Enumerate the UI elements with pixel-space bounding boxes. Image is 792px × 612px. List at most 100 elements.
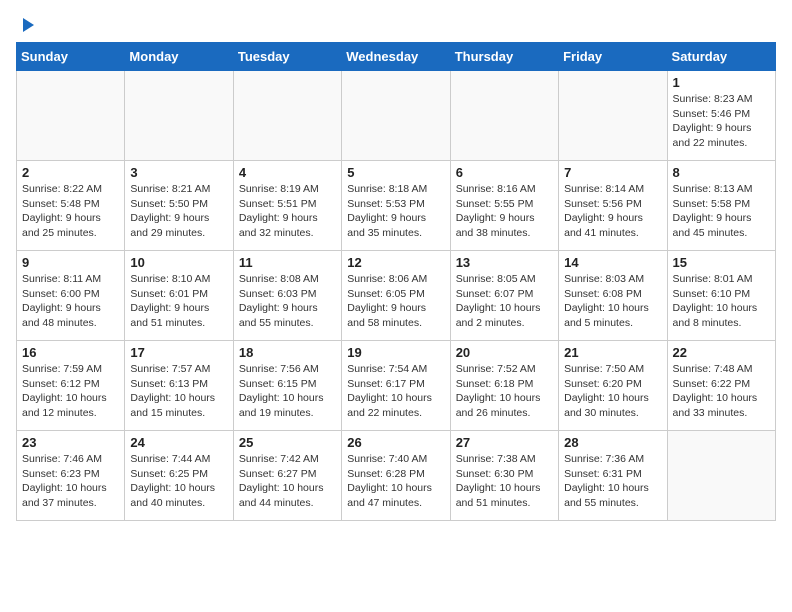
- calendar-cell: [559, 71, 667, 161]
- day-number: 23: [22, 435, 119, 450]
- page-header: [16, 16, 776, 34]
- day-number: 4: [239, 165, 336, 180]
- day-info: Sunrise: 8:05 AM Sunset: 6:07 PM Dayligh…: [456, 272, 553, 331]
- calendar-week-row: 16 Sunrise: 7:59 AM Sunset: 6:12 PM Dayli…: [17, 341, 776, 431]
- day-info: Sunrise: 7:48 AM Sunset: 6:22 PM Dayligh…: [673, 362, 770, 421]
- day-info: Sunrise: 7:52 AM Sunset: 6:18 PM Dayligh…: [456, 362, 553, 421]
- day-info: Sunrise: 8:14 AM Sunset: 5:56 PM Dayligh…: [564, 182, 661, 241]
- day-number: 26: [347, 435, 444, 450]
- calendar-cell: [17, 71, 125, 161]
- day-of-week-header: Thursday: [450, 43, 558, 71]
- day-info: Sunrise: 7:59 AM Sunset: 6:12 PM Dayligh…: [22, 362, 119, 421]
- calendar-week-row: 2 Sunrise: 8:22 AM Sunset: 5:48 PM Daylig…: [17, 161, 776, 251]
- day-number: 10: [130, 255, 227, 270]
- calendar-week-row: 23 Sunrise: 7:46 AM Sunset: 6:23 PM Dayli…: [17, 431, 776, 521]
- calendar-cell: 24 Sunrise: 7:44 AM Sunset: 6:25 PM Dayli…: [125, 431, 233, 521]
- calendar-cell: 18 Sunrise: 7:56 AM Sunset: 6:15 PM Dayli…: [233, 341, 341, 431]
- calendar-cell: 8 Sunrise: 8:13 AM Sunset: 5:58 PM Daylig…: [667, 161, 775, 251]
- day-number: 12: [347, 255, 444, 270]
- calendar-cell: 20 Sunrise: 7:52 AM Sunset: 6:18 PM Dayli…: [450, 341, 558, 431]
- day-info: Sunrise: 8:19 AM Sunset: 5:51 PM Dayligh…: [239, 182, 336, 241]
- day-of-week-header: Saturday: [667, 43, 775, 71]
- day-info: Sunrise: 7:42 AM Sunset: 6:27 PM Dayligh…: [239, 452, 336, 511]
- calendar-week-row: 9 Sunrise: 8:11 AM Sunset: 6:00 PM Daylig…: [17, 251, 776, 341]
- calendar-cell: [233, 71, 341, 161]
- day-number: 24: [130, 435, 227, 450]
- calendar-cell: 5 Sunrise: 8:18 AM Sunset: 5:53 PM Daylig…: [342, 161, 450, 251]
- calendar-cell: 10 Sunrise: 8:10 AM Sunset: 6:01 PM Dayli…: [125, 251, 233, 341]
- day-info: Sunrise: 8:23 AM Sunset: 5:46 PM Dayligh…: [673, 92, 770, 151]
- day-info: Sunrise: 7:56 AM Sunset: 6:15 PM Dayligh…: [239, 362, 336, 421]
- calendar-header-row: SundayMondayTuesdayWednesdayThursdayFrid…: [17, 43, 776, 71]
- calendar-cell: 1 Sunrise: 8:23 AM Sunset: 5:46 PM Daylig…: [667, 71, 775, 161]
- day-info: Sunrise: 8:01 AM Sunset: 6:10 PM Dayligh…: [673, 272, 770, 331]
- day-number: 16: [22, 345, 119, 360]
- day-number: 11: [239, 255, 336, 270]
- day-info: Sunrise: 8:03 AM Sunset: 6:08 PM Dayligh…: [564, 272, 661, 331]
- day-number: 22: [673, 345, 770, 360]
- calendar-cell: 15 Sunrise: 8:01 AM Sunset: 6:10 PM Dayli…: [667, 251, 775, 341]
- day-number: 5: [347, 165, 444, 180]
- day-number: 3: [130, 165, 227, 180]
- calendar-cell: 11 Sunrise: 8:08 AM Sunset: 6:03 PM Dayli…: [233, 251, 341, 341]
- calendar-cell: 4 Sunrise: 8:19 AM Sunset: 5:51 PM Daylig…: [233, 161, 341, 251]
- calendar-cell: 28Sunrise: 7:36 AM Sunset: 6:31 PM Dayli…: [559, 431, 667, 521]
- calendar-cell: 14 Sunrise: 8:03 AM Sunset: 6:08 PM Dayli…: [559, 251, 667, 341]
- day-number: 2: [22, 165, 119, 180]
- day-number: 28: [564, 435, 661, 450]
- calendar-cell: 9 Sunrise: 8:11 AM Sunset: 6:00 PM Daylig…: [17, 251, 125, 341]
- day-of-week-header: Monday: [125, 43, 233, 71]
- day-number: 17: [130, 345, 227, 360]
- day-of-week-header: Friday: [559, 43, 667, 71]
- day-number: 25: [239, 435, 336, 450]
- calendar-cell: 2 Sunrise: 8:22 AM Sunset: 5:48 PM Daylig…: [17, 161, 125, 251]
- calendar-cell: 12 Sunrise: 8:06 AM Sunset: 6:05 PM Dayli…: [342, 251, 450, 341]
- day-number: 20: [456, 345, 553, 360]
- day-info: Sunrise: 8:13 AM Sunset: 5:58 PM Dayligh…: [673, 182, 770, 241]
- day-info: Sunrise: 8:18 AM Sunset: 5:53 PM Dayligh…: [347, 182, 444, 241]
- calendar-cell: 3Sunrise: 8:21 AM Sunset: 5:50 PM Daylig…: [125, 161, 233, 251]
- calendar-cell: 23 Sunrise: 7:46 AM Sunset: 6:23 PM Dayli…: [17, 431, 125, 521]
- day-info: Sunrise: 8:06 AM Sunset: 6:05 PM Dayligh…: [347, 272, 444, 331]
- day-info: Sunrise: 8:11 AM Sunset: 6:00 PM Dayligh…: [22, 272, 119, 331]
- day-number: 27: [456, 435, 553, 450]
- day-number: 15: [673, 255, 770, 270]
- day-number: 19: [347, 345, 444, 360]
- day-info: Sunrise: 8:10 AM Sunset: 6:01 PM Dayligh…: [130, 272, 227, 331]
- day-info: Sunrise: 7:57 AM Sunset: 6:13 PM Dayligh…: [130, 362, 227, 421]
- day-info: Sunrise: 8:08 AM Sunset: 6:03 PM Dayligh…: [239, 272, 336, 331]
- calendar-cell: 22 Sunrise: 7:48 AM Sunset: 6:22 PM Dayli…: [667, 341, 775, 431]
- day-number: 6: [456, 165, 553, 180]
- day-info: Sunrise: 7:38 AM Sunset: 6:30 PM Dayligh…: [456, 452, 553, 511]
- day-number: 9: [22, 255, 119, 270]
- day-number: 14: [564, 255, 661, 270]
- day-number: 1: [673, 75, 770, 90]
- calendar-cell: 7 Sunrise: 8:14 AM Sunset: 5:56 PM Daylig…: [559, 161, 667, 251]
- calendar-cell: 27 Sunrise: 7:38 AM Sunset: 6:30 PM Dayli…: [450, 431, 558, 521]
- calendar-cell: [667, 431, 775, 521]
- calendar-week-row: 1 Sunrise: 8:23 AM Sunset: 5:46 PM Daylig…: [17, 71, 776, 161]
- day-number: 13: [456, 255, 553, 270]
- day-of-week-header: Wednesday: [342, 43, 450, 71]
- day-info: Sunrise: 7:46 AM Sunset: 6:23 PM Dayligh…: [22, 452, 119, 511]
- calendar-cell: 17 Sunrise: 7:57 AM Sunset: 6:13 PM Dayli…: [125, 341, 233, 431]
- day-number: 7: [564, 165, 661, 180]
- day-info: Sunrise: 7:50 AM Sunset: 6:20 PM Dayligh…: [564, 362, 661, 421]
- calendar-cell: 16 Sunrise: 7:59 AM Sunset: 6:12 PM Dayli…: [17, 341, 125, 431]
- calendar-cell: 19Sunrise: 7:54 AM Sunset: 6:17 PM Dayli…: [342, 341, 450, 431]
- calendar-cell: [342, 71, 450, 161]
- day-info: Sunrise: 8:22 AM Sunset: 5:48 PM Dayligh…: [22, 182, 119, 241]
- day-info: Sunrise: 7:44 AM Sunset: 6:25 PM Dayligh…: [130, 452, 227, 511]
- day-number: 21: [564, 345, 661, 360]
- day-info: Sunrise: 8:16 AM Sunset: 5:55 PM Dayligh…: [456, 182, 553, 241]
- calendar-cell: 25 Sunrise: 7:42 AM Sunset: 6:27 PM Dayli…: [233, 431, 341, 521]
- calendar-cell: [450, 71, 558, 161]
- calendar-cell: 26 Sunrise: 7:40 AM Sunset: 6:28 PM Dayli…: [342, 431, 450, 521]
- day-number: 8: [673, 165, 770, 180]
- day-info: Sunrise: 7:40 AM Sunset: 6:28 PM Dayligh…: [347, 452, 444, 511]
- day-number: 18: [239, 345, 336, 360]
- calendar-cell: [125, 71, 233, 161]
- day-of-week-header: Sunday: [17, 43, 125, 71]
- calendar-cell: 6 Sunrise: 8:16 AM Sunset: 5:55 PM Daylig…: [450, 161, 558, 251]
- calendar-table: SundayMondayTuesdayWednesdayThursdayFrid…: [16, 42, 776, 521]
